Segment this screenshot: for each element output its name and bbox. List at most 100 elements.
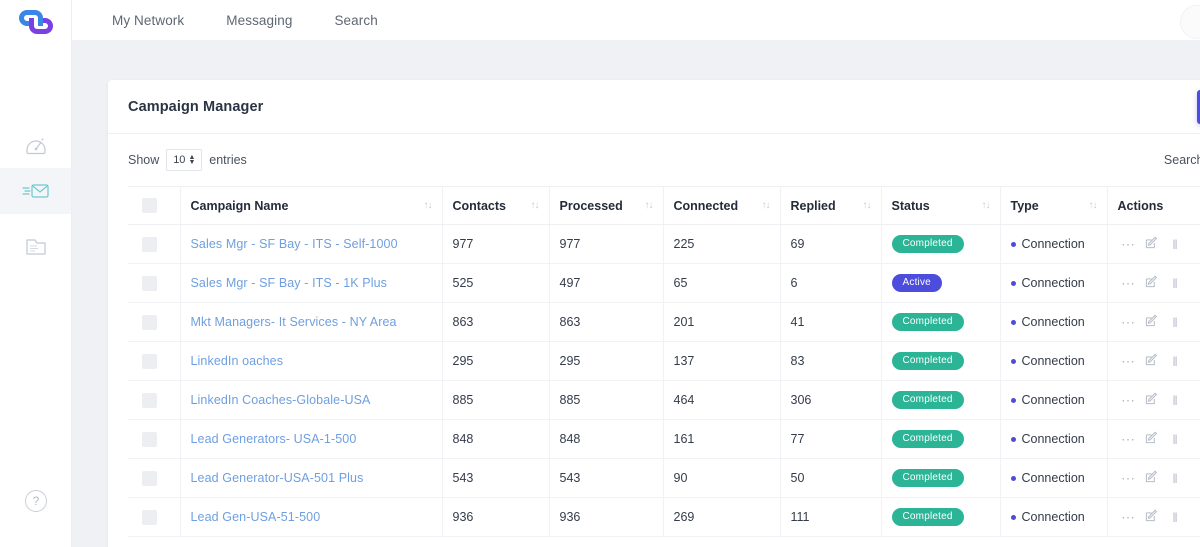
sidebar: ? bbox=[0, 0, 72, 547]
edit-pencil-icon[interactable] bbox=[1140, 236, 1164, 252]
row-checkbox[interactable] bbox=[142, 315, 157, 330]
sort-icon: ↑↓ bbox=[762, 200, 770, 211]
more-options-icon[interactable]: ⋯ bbox=[1118, 275, 1140, 292]
column-label: Contacts bbox=[453, 199, 506, 213]
edit-pencil-icon[interactable] bbox=[1140, 353, 1164, 369]
row-select-cell bbox=[128, 264, 180, 303]
pause-icon[interactable]: ‖ bbox=[1164, 276, 1188, 291]
row-checkbox[interactable] bbox=[142, 510, 157, 525]
topnav-item-messaging[interactable]: Messaging bbox=[226, 13, 292, 28]
campaign-name-link[interactable]: LinkedIn oaches bbox=[191, 354, 284, 368]
cell-processed: 497 bbox=[549, 264, 663, 303]
campaign-name-link[interactable]: Lead Generators- USA-1-500 bbox=[191, 432, 357, 446]
column-header-replied[interactable]: Replied ↑↓ bbox=[780, 187, 881, 225]
pause-icon[interactable]: ‖ bbox=[1164, 471, 1188, 486]
more-options-icon[interactable]: ⋯ bbox=[1118, 470, 1140, 487]
pause-icon[interactable]: ‖ bbox=[1164, 510, 1188, 525]
status-badge: Active bbox=[892, 274, 942, 292]
campaign-name-link[interactable]: Sales Mgr - SF Bay - ITS - 1K Plus bbox=[191, 276, 388, 290]
pause-icon[interactable]: ‖ bbox=[1164, 315, 1188, 330]
status-badge: Completed bbox=[892, 391, 964, 409]
topnav-item-my-network[interactable]: My Network bbox=[112, 13, 184, 28]
pause-icon[interactable]: ‖ bbox=[1164, 237, 1188, 252]
cell-processed: 977 bbox=[549, 225, 663, 264]
row-select-cell bbox=[128, 225, 180, 264]
sidebar-help-button[interactable]: ? bbox=[0, 490, 72, 512]
row-checkbox[interactable] bbox=[142, 471, 157, 486]
column-label: Status bbox=[892, 199, 930, 213]
column-header-contacts[interactable]: Contacts ↑↓ bbox=[442, 187, 549, 225]
column-header-connected[interactable]: Connected ↑↓ bbox=[663, 187, 780, 225]
cell-processed: 543 bbox=[549, 459, 663, 498]
pause-icon[interactable]: ‖ bbox=[1164, 354, 1188, 369]
column-label: Actions bbox=[1118, 199, 1164, 213]
type-label: Connection bbox=[1022, 354, 1085, 368]
column-label: Processed bbox=[560, 199, 623, 213]
table-body: Sales Mgr - SF Bay - ITS - Self-1000 977 9… bbox=[128, 225, 1200, 537]
campaign-name-link[interactable]: Lead Gen-USA-51-500 bbox=[191, 510, 321, 524]
more-options-icon[interactable]: ⋯ bbox=[1118, 236, 1140, 253]
cell-connected: 90 bbox=[663, 459, 780, 498]
column-header-campaign-name[interactable]: Campaign Name ↑↓ bbox=[180, 187, 442, 225]
edit-pencil-icon[interactable] bbox=[1140, 431, 1164, 447]
row-select-cell bbox=[128, 420, 180, 459]
column-header-type[interactable]: Type ↑↓ bbox=[1000, 187, 1107, 225]
campaign-envelope-icon bbox=[22, 179, 50, 203]
app-logo[interactable] bbox=[0, 0, 71, 40]
page-length-select[interactable]: 10 ▲▼ bbox=[166, 149, 202, 171]
cell-status: Completed bbox=[881, 420, 1000, 459]
edit-pencil-icon[interactable] bbox=[1140, 470, 1164, 486]
row-checkbox[interactable] bbox=[142, 276, 157, 291]
more-options-icon[interactable]: ⋯ bbox=[1118, 314, 1140, 331]
column-header-processed[interactable]: Processed ↑↓ bbox=[549, 187, 663, 225]
campaign-name-link[interactable]: Mkt Managers- It Services - NY Area bbox=[191, 315, 397, 329]
cell-type: Connection bbox=[1000, 342, 1107, 381]
interlocking-loops-logo-icon bbox=[16, 6, 56, 38]
more-options-icon[interactable]: ⋯ bbox=[1118, 392, 1140, 409]
campaign-name-link[interactable]: Sales Mgr - SF Bay - ITS - Self-1000 bbox=[191, 237, 398, 251]
row-checkbox[interactable] bbox=[142, 432, 157, 447]
column-header-actions: Actions bbox=[1107, 187, 1200, 225]
table-row: LinkedIn Coaches-Globale-USA885885464306… bbox=[128, 381, 1200, 420]
type-dot-icon bbox=[1011, 515, 1016, 520]
pause-icon[interactable]: ‖ bbox=[1164, 432, 1188, 447]
select-all-checkbox[interactable] bbox=[142, 198, 157, 213]
edit-pencil-icon[interactable] bbox=[1140, 392, 1164, 408]
table-header-row: Campaign Name ↑↓ Contacts ↑↓ bbox=[128, 187, 1200, 225]
cell-contacts: 543 bbox=[442, 459, 549, 498]
cell-processed: 848 bbox=[549, 420, 663, 459]
cell-contacts: 848 bbox=[442, 420, 549, 459]
sort-icon: ↑↓ bbox=[531, 200, 539, 211]
cell-type: Connection bbox=[1000, 459, 1107, 498]
cell-connected: 225 bbox=[663, 225, 780, 264]
row-select-cell bbox=[128, 459, 180, 498]
cell-type: Connection bbox=[1000, 225, 1107, 264]
edit-pencil-icon-svg bbox=[1145, 431, 1158, 444]
sidebar-item-campaigns[interactable] bbox=[0, 168, 71, 214]
table-row: LinkedIn oaches29529513783CompletedConne… bbox=[128, 342, 1200, 381]
page-title: Campaign Manager bbox=[128, 99, 263, 115]
column-header-status[interactable]: Status ↑↓ bbox=[881, 187, 1000, 225]
edit-pencil-icon[interactable] bbox=[1140, 314, 1164, 330]
more-options-icon[interactable]: ⋯ bbox=[1118, 509, 1140, 526]
sidebar-item-dashboard[interactable] bbox=[0, 122, 71, 168]
cell-processed: 885 bbox=[549, 381, 663, 420]
status-badge: Completed bbox=[892, 508, 964, 526]
row-checkbox[interactable] bbox=[142, 237, 157, 252]
more-options-icon[interactable]: ⋯ bbox=[1118, 431, 1140, 448]
campaigns-table: Campaign Name ↑↓ Contacts ↑↓ bbox=[128, 186, 1200, 537]
more-options-icon[interactable]: ⋯ bbox=[1118, 353, 1140, 370]
card-header: Campaign Manager + Add New bbox=[108, 80, 1200, 134]
edit-pencil-icon[interactable] bbox=[1140, 275, 1164, 291]
cell-status: Completed bbox=[881, 225, 1000, 264]
pause-icon[interactable]: ‖ bbox=[1164, 393, 1188, 408]
avatar[interactable] bbox=[1180, 5, 1200, 39]
row-checkbox[interactable] bbox=[142, 393, 157, 408]
edit-pencil-icon[interactable] bbox=[1140, 509, 1164, 525]
campaign-name-link[interactable]: Lead Generator-USA-501 Plus bbox=[191, 471, 364, 485]
row-checkbox[interactable] bbox=[142, 354, 157, 369]
topnav-item-search[interactable]: Search bbox=[334, 13, 377, 28]
campaign-name-link[interactable]: LinkedIn Coaches-Globale-USA bbox=[191, 393, 371, 407]
cell-status: Completed bbox=[881, 381, 1000, 420]
sidebar-item-documents[interactable] bbox=[0, 224, 71, 270]
